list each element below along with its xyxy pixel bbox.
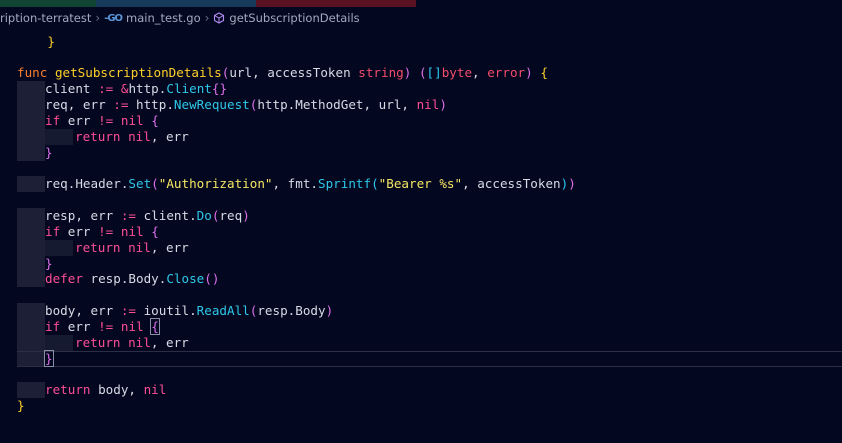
code-line[interactable]: req.Header.Set("Authorization", fmt.Spri… [45, 176, 576, 192]
code-line[interactable]: if err != nil { [45, 318, 160, 335]
current-line-highlight [17, 351, 842, 367]
chevron-right-icon: › [95, 11, 101, 25]
code-line[interactable]: func getSubscriptionDetails(url, accessT… [17, 65, 548, 81]
indent-guide [17, 224, 45, 240]
indent-guide [17, 113, 45, 129]
diff-marker-added [0, 0, 96, 7]
indent-guide [45, 240, 73, 256]
indent-guide [17, 271, 45, 287]
breadcrumb-symbol[interactable]: getSubscriptionDetails [229, 11, 359, 25]
code-line[interactable]: return body, nil [45, 382, 166, 398]
indent-guide [17, 335, 45, 351]
tab-bar-strip [0, 0, 842, 7]
indent-guide [17, 129, 45, 145]
diff-marker-modified [96, 0, 256, 7]
indent-guide [17, 303, 45, 319]
indent-guide [17, 256, 45, 272]
code-line[interactable]: defer resp.Body.Close() [45, 271, 219, 287]
code-line[interactable]: if err != nil { [45, 224, 159, 240]
code-line-current[interactable]: } [44, 350, 54, 367]
code-line[interactable]: client := &http.Client{} [45, 81, 227, 97]
go-file-icon: -GO [104, 12, 123, 24]
indent-guide [17, 382, 45, 398]
code-line[interactable]: } [45, 256, 53, 272]
indent-guide [17, 208, 45, 224]
chevron-right-icon: › [204, 11, 210, 25]
bracket-match: { [150, 318, 160, 335]
breadcrumb-file[interactable]: main_test.go [126, 11, 201, 25]
code-line[interactable]: } [17, 398, 25, 414]
indent-guide [45, 335, 73, 351]
code-line[interactable]: resp, err := client.Do(req) [45, 208, 250, 224]
bracket-match: } [44, 350, 54, 367]
code-line[interactable]: return nil, err [75, 129, 189, 145]
indent-guide [17, 176, 45, 192]
keyword: func [17, 65, 48, 80]
code-line[interactable]: body, err := ioutil.ReadAll(resp.Body) [45, 303, 333, 319]
function-name: getSubscriptionDetails [54, 65, 222, 80]
code-line[interactable]: return nil, err [75, 335, 189, 351]
indent-guide [45, 129, 73, 145]
diff-marker-removed [256, 0, 416, 7]
code-line[interactable]: } [45, 145, 53, 161]
indent-guide [17, 81, 45, 97]
indent-guide [17, 240, 45, 256]
code-line[interactable]: req, err := http.NewRequest(http.MethodG… [45, 97, 447, 113]
method-icon [213, 12, 225, 24]
indent-guide [17, 319, 45, 335]
code-editor[interactable]: ription-terratest › -GO main_test.go › g… [0, 0, 842, 443]
code-line[interactable]: } [17, 18, 55, 49]
indent-guide [17, 145, 45, 161]
code-line[interactable]: if err != nil { [45, 113, 159, 129]
breadcrumb: ription-terratest › -GO main_test.go › g… [0, 7, 842, 29]
code-line[interactable]: return nil, err [75, 240, 189, 256]
indent-guide [17, 97, 45, 113]
